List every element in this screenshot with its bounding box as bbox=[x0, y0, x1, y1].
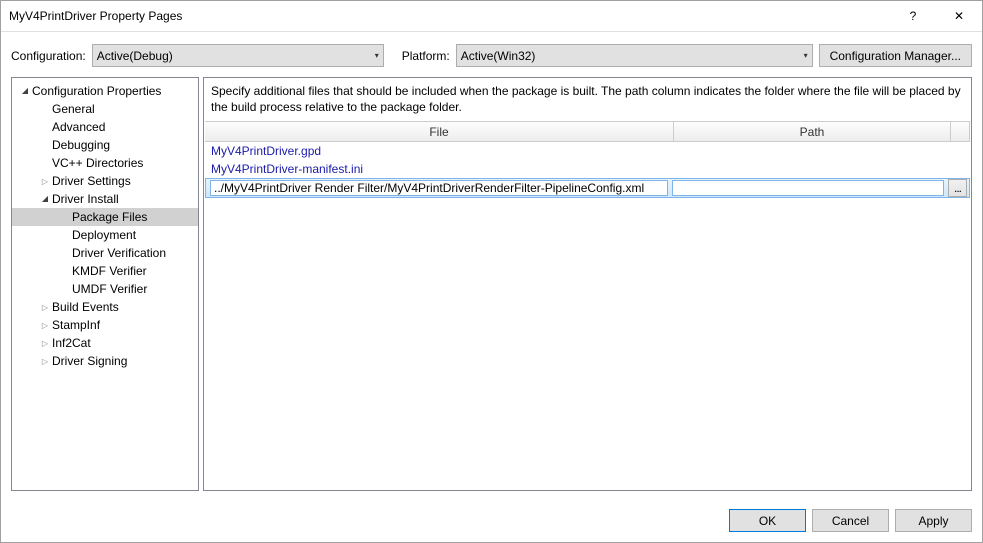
tree-item-advanced[interactable]: Advanced bbox=[12, 118, 198, 136]
file-grid: File Path MyV4PrintDriver.gpd MyV4PrintD… bbox=[205, 121, 970, 489]
file-input[interactable] bbox=[210, 180, 668, 196]
table-row-editing[interactable]: ... bbox=[205, 178, 970, 198]
tree-item-build-events[interactable]: Build Events bbox=[12, 298, 198, 316]
help-button[interactable]: ? bbox=[890, 1, 936, 31]
cell-file: MyV4PrintDriver-manifest.ini bbox=[205, 162, 674, 176]
tree-root[interactable]: Configuration Properties bbox=[12, 82, 198, 100]
tree-item-kmdf[interactable]: KMDF Verifier bbox=[12, 262, 198, 280]
configuration-value: Active(Debug) bbox=[97, 49, 375, 63]
window-title: MyV4PrintDriver Property Pages bbox=[9, 9, 890, 23]
panel-description: Specify additional files that should be … bbox=[205, 79, 970, 121]
ok-button[interactable]: OK bbox=[729, 509, 806, 532]
expand-icon bbox=[18, 87, 32, 96]
tree-item-stampinf[interactable]: StampInf bbox=[12, 316, 198, 334]
config-toolbar: Configuration: Active(Debug) ▾ Platform:… bbox=[1, 32, 982, 77]
table-row[interactable]: MyV4PrintDriver-manifest.ini bbox=[205, 160, 970, 178]
tree-panel: Configuration Properties General Advance… bbox=[11, 77, 199, 491]
apply-button[interactable]: Apply bbox=[895, 509, 972, 532]
footer: OK Cancel Apply bbox=[1, 501, 982, 542]
tree-item-umdf[interactable]: UMDF Verifier bbox=[12, 280, 198, 298]
configuration-dropdown[interactable]: Active(Debug) ▾ bbox=[92, 44, 384, 67]
expand-icon bbox=[38, 357, 52, 366]
platform-label: Platform: bbox=[402, 49, 450, 63]
configuration-manager-button[interactable]: Configuration Manager... bbox=[819, 44, 972, 67]
configuration-manager-label: Configuration Manager... bbox=[830, 49, 961, 63]
tree-item-debugging[interactable]: Debugging bbox=[12, 136, 198, 154]
help-icon: ? bbox=[910, 9, 917, 23]
column-header-path[interactable]: Path bbox=[674, 122, 951, 142]
table-row[interactable]: MyV4PrintDriver.gpd bbox=[205, 142, 970, 160]
grid-header: File Path bbox=[205, 122, 970, 142]
tree-item-driver-install[interactable]: Driver Install bbox=[12, 190, 198, 208]
platform-value: Active(Win32) bbox=[461, 49, 804, 63]
cell-file: MyV4PrintDriver.gpd bbox=[205, 144, 674, 158]
tree-item-driver-signing[interactable]: Driver Signing bbox=[12, 352, 198, 370]
tree-item-driver-verification[interactable]: Driver Verification bbox=[12, 244, 198, 262]
expand-icon bbox=[38, 177, 52, 186]
dialog-window: MyV4PrintDriver Property Pages ? ✕ Confi… bbox=[0, 0, 983, 543]
expand-icon bbox=[38, 195, 52, 204]
right-panel: Specify additional files that should be … bbox=[203, 77, 972, 491]
body: Configuration Properties General Advance… bbox=[1, 77, 982, 501]
expand-icon bbox=[38, 339, 52, 348]
path-input[interactable] bbox=[672, 180, 944, 196]
browse-button[interactable]: ... bbox=[948, 179, 967, 197]
cancel-button[interactable]: Cancel bbox=[812, 509, 889, 532]
tree-item-vcpp[interactable]: VC++ Directories bbox=[12, 154, 198, 172]
column-header-file[interactable]: File bbox=[205, 122, 674, 142]
platform-dropdown[interactable]: Active(Win32) ▾ bbox=[456, 44, 813, 67]
tree-item-inf2cat[interactable]: Inf2Cat bbox=[12, 334, 198, 352]
titlebar: MyV4PrintDriver Property Pages ? ✕ bbox=[1, 1, 982, 32]
configuration-label: Configuration: bbox=[11, 49, 86, 63]
tree-item-general[interactable]: General bbox=[12, 100, 198, 118]
ellipsis-icon: ... bbox=[954, 181, 961, 195]
chevron-down-icon: ▾ bbox=[804, 51, 808, 60]
tree-item-deployment[interactable]: Deployment bbox=[12, 226, 198, 244]
tree-item-driver-settings[interactable]: Driver Settings bbox=[12, 172, 198, 190]
tree-item-package-files[interactable]: Package Files bbox=[12, 208, 198, 226]
chevron-down-icon: ▾ bbox=[375, 51, 379, 60]
close-button[interactable]: ✕ bbox=[936, 1, 982, 31]
column-header-action bbox=[951, 122, 970, 142]
close-icon: ✕ bbox=[954, 9, 964, 23]
expand-icon bbox=[38, 303, 52, 312]
expand-icon bbox=[38, 321, 52, 330]
